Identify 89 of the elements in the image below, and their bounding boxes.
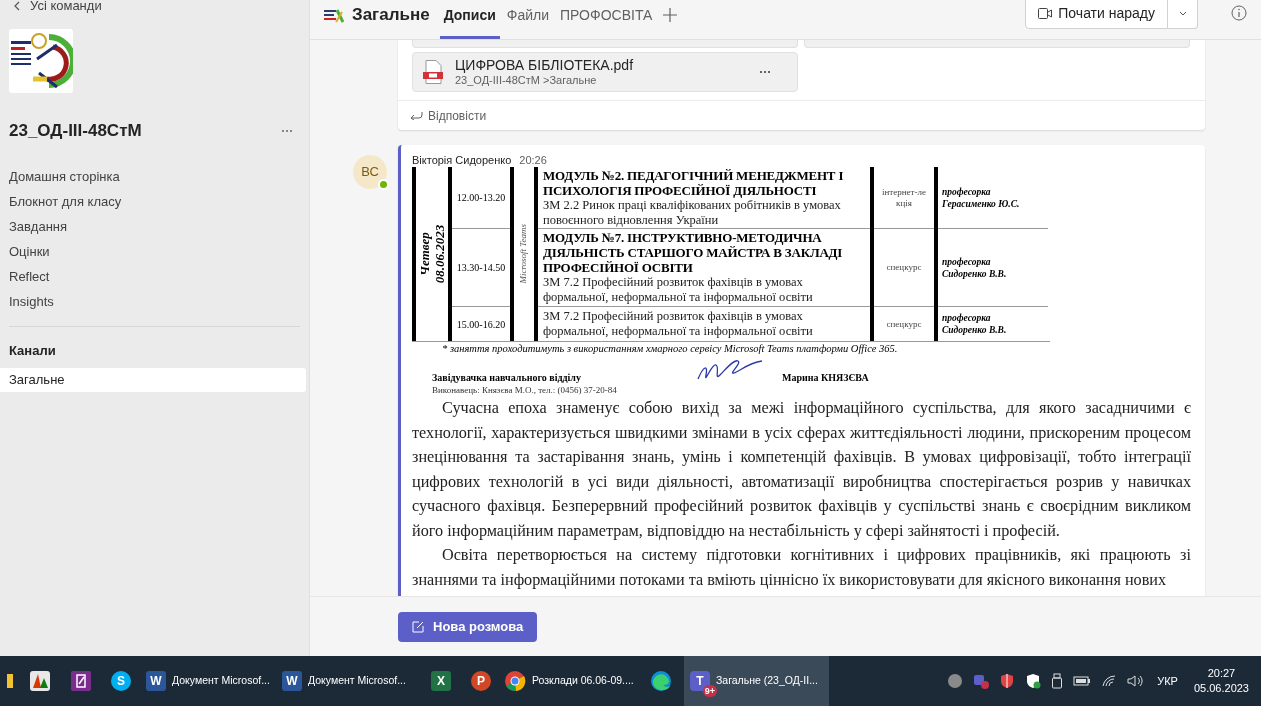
more-options-icon [759,70,771,74]
module-title: МОДУЛЬ №7. ІНСТРУКТИВНО-МЕТОДИЧНА ДІЯЛЬНІСТЬ СТАРШОГО МАЙСТРА В ЗАКЛАДІ ПРОФЕСІЙНОЇ ОСВІТИ [543,230,844,275]
lesson-type: спецкурс [885,318,923,330]
teacher-title: професорка [942,185,992,198]
teams-tray-icon [973,673,990,689]
sidebar-item[interactable]: Оцінки [0,239,309,265]
signer-name: Марина КНЯЗЄВА [782,371,869,385]
notebook-app-icon [70,670,92,692]
date-label: 08.06.2023 [432,224,447,284]
file-name: ЦИФРОВА БІБЛІОТЕКА.pdf [455,57,635,73]
paragraph: Освіта перетворюється на систему підготовки когнітивних і цифрових працівників, які працюють зі знаннями та інформаційними потоками та вміють ціннісно їх використовувати для якісного виконання нових [412,545,1191,591]
file-attachment[interactable]: ЦИФРОВА БІБЛІОТЕКА.pdf 23_ОД-III-48СтМ >Загальне [412,52,798,92]
spreadsheet-app-icon: X [431,671,451,691]
clock-date[interactable]: 05.06.2023 [1193,681,1249,696]
taskbar-button[interactable]: W Документ Microsof... [140,656,276,706]
teacher-name: Сидоренко В.В. [942,267,1008,280]
battery-icon [1073,675,1092,687]
compose-icon [412,621,424,633]
word-app-icon: W [282,671,302,691]
volume-icon [1127,674,1144,688]
taskbar-button[interactable]: T 9+ Загальне (23_ОД-ІІ... [684,656,829,706]
more-options-icon [281,128,293,133]
notification-badge: 9+ [702,685,717,697]
topic-text: ЗМ 2.2 Ринок праці кваліфікованих робітників в умовах повоєнного відновлення України [543,197,842,228]
footnote-text: * заняття проходитимуть з використанням хмарного сервісу Microsoft Teams платформи Office 365. [441,342,899,355]
security-shield-icon [1025,673,1042,689]
shield-icon [999,673,1016,689]
sidebar-item[interactable]: Reflect [0,264,309,290]
clock-time[interactable]: 20:27 [1207,666,1236,681]
team-logo [9,29,73,93]
teacher-name: Сидоренко В.В. [942,324,1008,336]
browser-icon [504,670,526,692]
usb-drive-icon [1051,673,1064,689]
time-cell-text: 12.00-13.20 [456,191,506,205]
day-label: Четвер [417,232,432,276]
taskbar-button[interactable]: P [464,656,498,706]
lesson-type: спецкурс [885,262,923,273]
meet-button[interactable]: Почати нараду [1025,0,1168,29]
skype-tray-icon [947,673,964,689]
sidebar-item[interactable]: Домашня сторінка [0,164,309,190]
wifi-icon [1101,674,1118,688]
info-icon [1231,5,1247,21]
taskbar-button[interactable]: X [418,656,464,706]
sidebar-item[interactable]: Insights [0,289,309,315]
time-cell-text: 13.30-14.50 [456,261,506,275]
reply-link[interactable]: Відповісти [410,106,487,125]
message-time: 20:26 [519,153,547,167]
topic-text: ЗМ 7.2 Професійний розвиток фахівців в умовах формальної, неформальної та інформальної освіти [543,309,814,339]
paragraph: Сучасна епоха знаменує собою вихід за межі інформаційного суспільства, для якого засадничими є технології, характеризується швидкими змінами в усіх сферах життєдіяльності людини, прискореним процесом знецінювання та застарівання знань, умінь і компетенцій фахівців. В умовах цифровізації, тобто інтеграції цифрових технологій в усі види діяльності, автоматизації виробництва спостерігається розрив у навичках сучасного фахівця. Безперервний професійний розвиток фахівців у суспільстві знань є своєрідним викликом його інформаційним параметрам, відповіддю на нестабільність у сфері зайнятості і професій. [412,398,1191,542]
language-indicator[interactable]: УКР [1157,672,1178,690]
presentation-app-icon: P [471,671,491,691]
section-heading: Канали [8,341,57,360]
skype-app-icon: S [111,671,131,691]
channel-item[interactable]: Загальне [0,368,306,392]
new-conversation-button[interactable]: Нова розмова [398,612,538,642]
file-path: 23_ОД-III-48СтМ >Загальне [455,73,598,87]
chevron-left-icon [14,1,20,11]
module-title: МОДУЛЬ №2. ПЕДАГОГІЧНИЙ МЕНЕДЖМЕНТ І ПСИХОЛОГІЯ ПРОФЕСІЙНОЇ ДІЯЛЬНОСТІ [543,167,845,198]
folder-icon [7,672,13,690]
back-link[interactable]: Усі команди [30,0,102,16]
team-name: 23_ОД-III-48СтМ [9,120,142,142]
pdf-file-icon [423,60,443,84]
sidebar-item[interactable]: Блокнот для класу [0,189,309,215]
channel-title: Загальне [352,4,430,26]
chart-app-icon [29,670,51,692]
teacher-title: професорка [942,255,992,268]
video-camera-icon [1038,7,1053,19]
status-available-icon [378,179,389,190]
team-logo-icon [324,8,344,24]
taskbar-button[interactable]: Розклади 06.06-09.... [498,656,638,706]
author-name: Вікторія Сидоренко [412,153,512,167]
chevron-down-icon [1178,10,1187,16]
avatar: ВС [353,155,387,189]
tab[interactable]: ПРОФОСВІТА [556,2,657,39]
word-app-icon: W [146,671,166,691]
signer-title: Завідувачка навчального відділу [432,371,582,385]
topic-text: ЗМ 7.2 Професійний розвиток фахівців в умовах формальної, неформальної та інформальної освіти [543,275,814,305]
teacher-name: Герасименко Ю.С. [942,197,1021,210]
teacher-title: професорка [942,312,992,324]
add-icon [663,8,678,22]
browser-icon [650,670,672,692]
time-cell-text: 15.00-16.20 [456,317,506,332]
platform-label: Microsoft Teams [517,224,530,284]
executor-text: Виконавець: Князєва М.О., тел.: (0456) 37-20-84 [431,385,618,396]
taskbar-button[interactable]: W Документ Microsof... [276,656,418,706]
lesson-type: інтернет-лекція [881,186,927,209]
sidebar-item[interactable]: Завдання [0,214,309,240]
tab[interactable]: Файли [502,2,554,39]
reply-arrow-icon [410,111,423,120]
